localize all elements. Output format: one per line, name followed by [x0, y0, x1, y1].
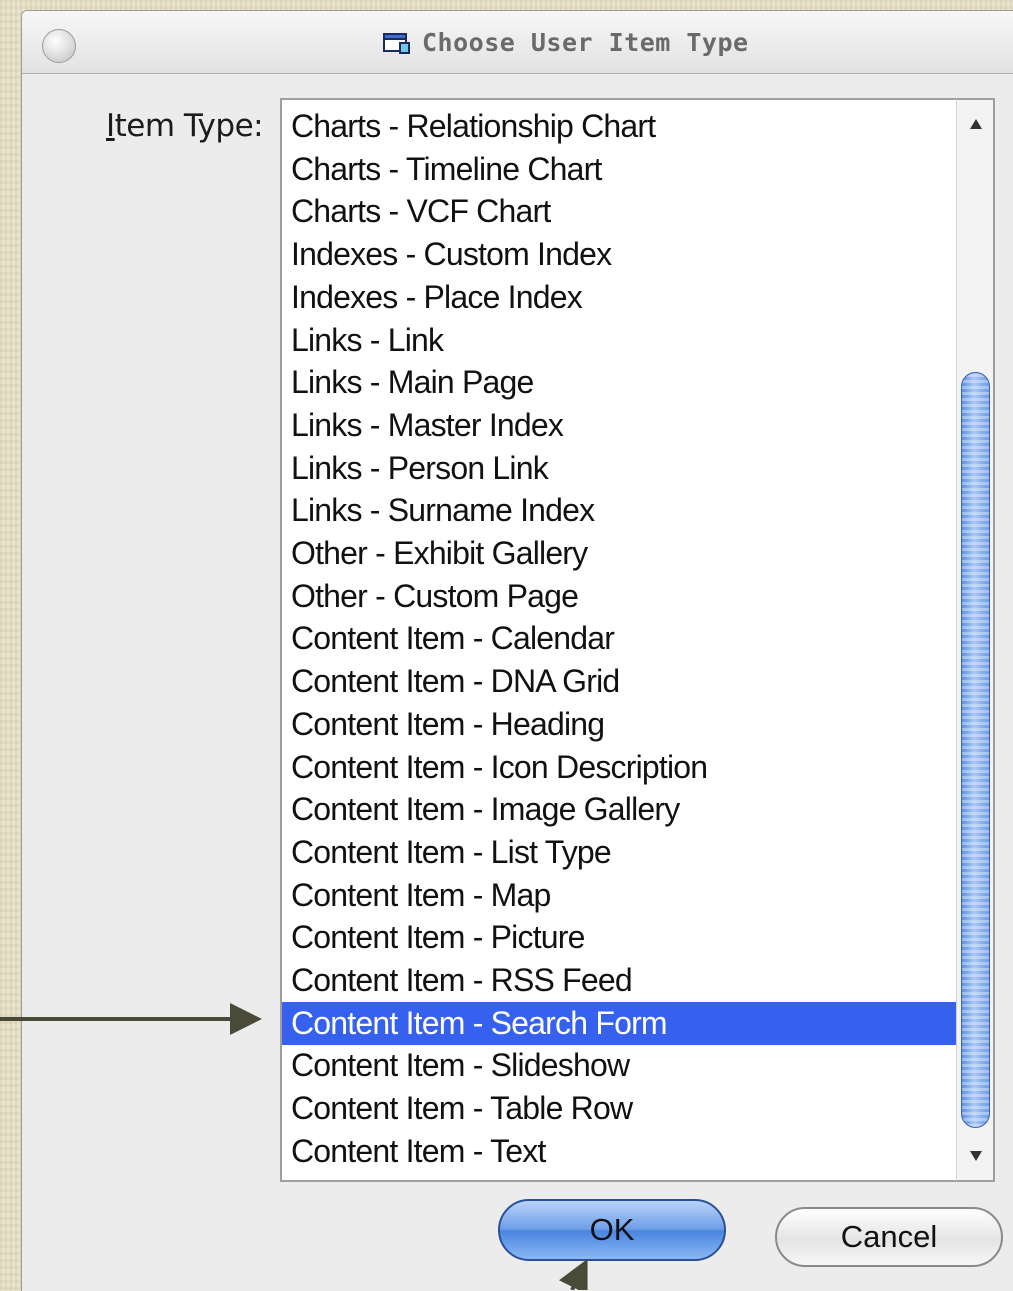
scroll-down-button[interactable]: [957, 1136, 994, 1176]
ok-button[interactable]: OK: [498, 1199, 726, 1261]
triangle-up-icon: [969, 119, 982, 129]
list-item[interactable]: Content Item - List Type: [282, 831, 958, 874]
dialog-title: Choose User Item Type: [422, 27, 749, 57]
folder-window-icon: [383, 33, 410, 54]
triangle-down-icon: [969, 1151, 982, 1161]
list-item[interactable]: Content Item - Slideshow: [282, 1044, 958, 1087]
list-item[interactable]: Content Item - Icon Description: [282, 746, 958, 789]
list-item[interactable]: Content Item - Map: [282, 874, 958, 917]
list-item[interactable]: Content Item - Image Gallery: [282, 788, 958, 831]
list-item[interactable]: Charts - Timeline Chart: [282, 148, 958, 191]
list-item[interactable]: Links - Master Index: [282, 404, 958, 447]
list-item[interactable]: Links - Surname Index: [282, 489, 958, 532]
list-item[interactable]: Content Item - Text: [282, 1130, 958, 1173]
list-item[interactable]: Content Item - Table Row: [282, 1087, 958, 1130]
item-type-label-mnemonic: I: [106, 108, 115, 144]
window-close-button[interactable]: [42, 29, 76, 63]
scroll-up-button[interactable]: [957, 104, 994, 144]
list-item[interactable]: Charts - VCF Chart: [282, 190, 958, 233]
list-item[interactable]: Charts - Relationship Chart: [282, 105, 958, 148]
list-item[interactable]: Other - Exhibit Gallery: [282, 532, 958, 575]
list-item[interactable]: Links - Link: [282, 319, 958, 362]
scroll-thumb[interactable]: [961, 372, 990, 1128]
list-item-selected[interactable]: Content Item - Search Form: [282, 1001, 958, 1045]
item-type-list[interactable]: Charts - Relationship Chart Charts - Time…: [280, 98, 995, 1182]
list-item[interactable]: Content Item - Heading: [282, 703, 958, 746]
list-item[interactable]: Indexes - Custom Index: [282, 233, 958, 276]
cancel-button[interactable]: Cancel: [775, 1207, 1003, 1267]
list-item[interactable]: Content Item - Picture: [282, 916, 958, 959]
list-item[interactable]: Links - Main Page: [282, 361, 958, 404]
item-type-label: Item Type:: [106, 108, 264, 144]
title-bar[interactable]: Choose User Item Type: [22, 11, 1013, 74]
list-scrollbar[interactable]: [956, 98, 995, 1182]
choose-user-item-type-dialog: Choose User Item Type Item Type: Charts …: [21, 10, 1013, 1291]
title-group: Choose User Item Type: [382, 25, 749, 59]
list-item[interactable]: Content Item - RSS Feed: [282, 959, 958, 1002]
list-item[interactable]: Content Item - Calendar: [282, 617, 958, 660]
list-item[interactable]: Other - Custom Page: [282, 575, 958, 618]
list-item[interactable]: Content Item - DNA Grid: [282, 660, 958, 703]
item-type-label-text: tem Type:: [114, 108, 264, 144]
list-item[interactable]: Links - Person Link: [282, 447, 958, 490]
list-item[interactable]: Indexes - Place Index: [282, 276, 958, 319]
